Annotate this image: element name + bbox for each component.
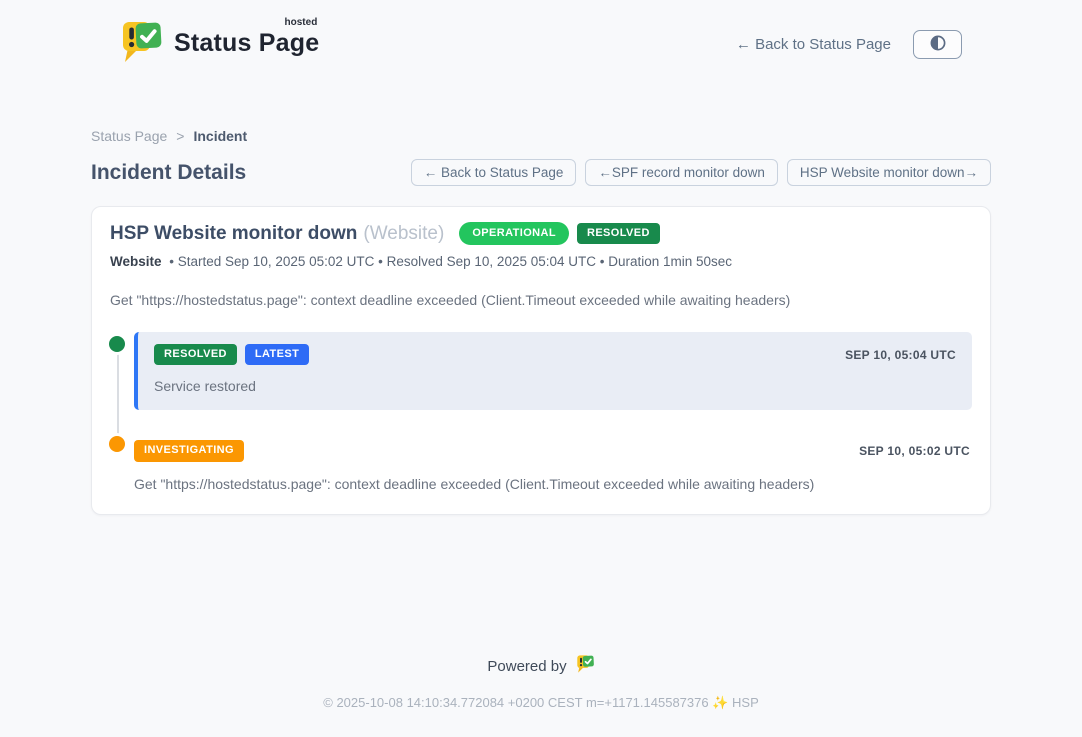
breadcrumb: Status Page > Incident (91, 128, 991, 144)
timeline-timestamp: SEP 10, 05:04 UTC (845, 348, 956, 362)
header-actions: ← Back to Status Page (736, 30, 962, 59)
incident-card: HSP Website monitor down (Website) OPERA… (91, 206, 991, 515)
timeline-investigating-badge: INVESTIGATING (134, 440, 244, 461)
logo-title: Status Page (174, 29, 319, 57)
page-title: Incident Details (91, 161, 246, 185)
timeline-message: Service restored (154, 378, 956, 394)
timeline-dot-resolved (109, 336, 125, 352)
incident-title: HSP Website monitor down (110, 223, 357, 245)
incident-nav-buttons: ← Back to Status Page ←SPF record monito… (411, 159, 991, 186)
breadcrumb-incident: Incident (193, 128, 247, 144)
timeline-latest-badge: LATEST (245, 344, 309, 365)
powered-by-label: Powered by (487, 658, 566, 675)
resolved-badge: RESOLVED (577, 223, 660, 244)
half-circle-contrast-icon (928, 33, 948, 56)
statuspage-logo-mini-icon (576, 654, 595, 678)
incident-description: Get "https://hostedstatus.page": context… (110, 292, 972, 308)
breadcrumb-status-page[interactable]: Status Page (91, 128, 167, 144)
app-logo[interactable]: Status Page hosted (120, 19, 319, 70)
copyright-text: © 2025-10-08 14:10:34.772084 +0200 CEST … (0, 695, 1082, 711)
heading-row: Incident Details ← Back to Status Page ←… (91, 159, 991, 186)
meta-component: Website (110, 254, 162, 269)
timeline-entry-header: INVESTIGATING SEP 10, 05:02 UTC (134, 440, 970, 461)
timeline-dot-investigating (109, 436, 125, 452)
timeline-entry-investigating: INVESTIGATING SEP 10, 05:02 UTC Get "htt… (134, 440, 972, 491)
main-content: Status Page > Incident Incident Details … (91, 128, 991, 515)
timeline-entry-header: RESOLVED LATEST SEP 10, 05:04 UTC (154, 344, 956, 365)
meta-details: • Started Sep 10, 2025 05:02 UTC • Resol… (169, 254, 732, 269)
timeline-connector-line (117, 344, 119, 442)
theme-toggle-button[interactable] (913, 30, 962, 59)
incident-component: (Website) (363, 223, 444, 245)
powered-by-link[interactable]: Powered by (487, 654, 594, 678)
header-back-link[interactable]: ← Back to Status Page (736, 36, 891, 53)
header: Status Page hosted ← Back to Status Page (0, 0, 1082, 75)
breadcrumb-separator: > (176, 128, 184, 144)
footer: Powered by © 2025-10-08 14:10:34.772084 … (0, 654, 1082, 737)
back-to-status-page-button[interactable]: ← Back to Status Page (411, 159, 577, 186)
timeline-entry-resolved: RESOLVED LATEST SEP 10, 05:04 UTC Servic… (134, 332, 972, 410)
incident-status-badges: OPERATIONAL RESOLVED (459, 222, 660, 245)
logo-text: Status Page hosted (174, 19, 319, 58)
statuspage-logo-icon (120, 19, 164, 70)
timeline-message: Get "https://hostedstatus.page": context… (134, 476, 970, 492)
prev-incident-button[interactable]: ←SPF record monitor down (585, 159, 778, 186)
incident-timeline: RESOLVED LATEST SEP 10, 05:04 UTC Servic… (110, 332, 972, 491)
incident-meta: Website • Started Sep 10, 2025 05:02 UTC… (110, 254, 972, 269)
logo-superscript: hosted (285, 17, 318, 28)
timeline-resolved-badge: RESOLVED (154, 344, 237, 365)
operational-badge: OPERATIONAL (459, 222, 569, 245)
incident-title-row: HSP Website monitor down (Website) OPERA… (110, 222, 972, 245)
next-incident-button[interactable]: HSP Website monitor down→ (787, 159, 991, 186)
timeline-timestamp: SEP 10, 05:02 UTC (859, 444, 970, 458)
